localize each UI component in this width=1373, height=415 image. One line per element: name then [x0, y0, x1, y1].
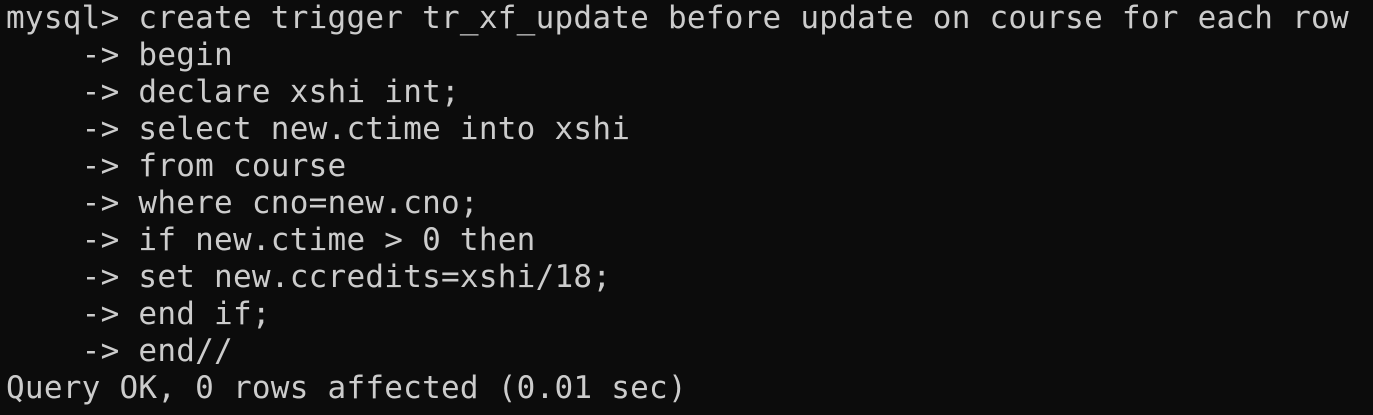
terminal-line-command: mysql> create trigger tr_xf_update befor… [0, 0, 1373, 37]
continuation-prompt: -> [6, 111, 139, 147]
terminal-line-continuation: -> where cno=new.cno; [0, 185, 1373, 222]
terminal-line-continuation: -> declare xshi int; [0, 74, 1373, 111]
terminal-line-continuation: -> from course [0, 148, 1373, 185]
mysql-prompt: mysql> [6, 0, 139, 36]
continuation-prompt: -> [6, 37, 139, 73]
sql-text: from course [138, 148, 347, 184]
sql-text: if new.ctime > 0 then [138, 222, 536, 258]
terminal-line-continuation: -> end if; [0, 296, 1373, 333]
sql-text: create trigger tr_xf_update before updat… [138, 0, 1349, 36]
terminal-line-continuation: -> end// [0, 333, 1373, 370]
continuation-prompt: -> [6, 296, 139, 332]
sql-text: end if; [138, 296, 271, 332]
sql-text: end// [138, 333, 233, 369]
sql-text: begin [138, 37, 233, 73]
sql-text: set new.ccredits=xshi/18; [138, 259, 612, 295]
continuation-prompt: -> [6, 333, 139, 369]
sql-text: declare xshi int; [138, 74, 460, 110]
continuation-prompt: -> [6, 148, 139, 184]
terminal-line-output: Query OK, 0 rows affected (0.01 sec) [0, 370, 1373, 407]
continuation-prompt: -> [6, 185, 139, 221]
continuation-prompt: -> [6, 259, 139, 295]
sql-text: where cno=new.cno; [138, 185, 479, 221]
continuation-prompt: -> [6, 74, 139, 110]
terminal-line-continuation: -> if new.ctime > 0 then [0, 222, 1373, 259]
terminal-line-continuation: -> set new.ccredits=xshi/18; [0, 259, 1373, 296]
terminal-line-continuation: -> begin [0, 37, 1373, 74]
continuation-prompt: -> [6, 222, 139, 258]
terminal-window[interactable]: mysql> create trigger tr_xf_update befor… [0, 0, 1373, 415]
query-result-text: Query OK, 0 rows affected (0.01 sec) [6, 370, 687, 406]
sql-text: select new.ctime into xshi [138, 111, 631, 147]
terminal-line-continuation: -> select new.ctime into xshi [0, 111, 1373, 148]
